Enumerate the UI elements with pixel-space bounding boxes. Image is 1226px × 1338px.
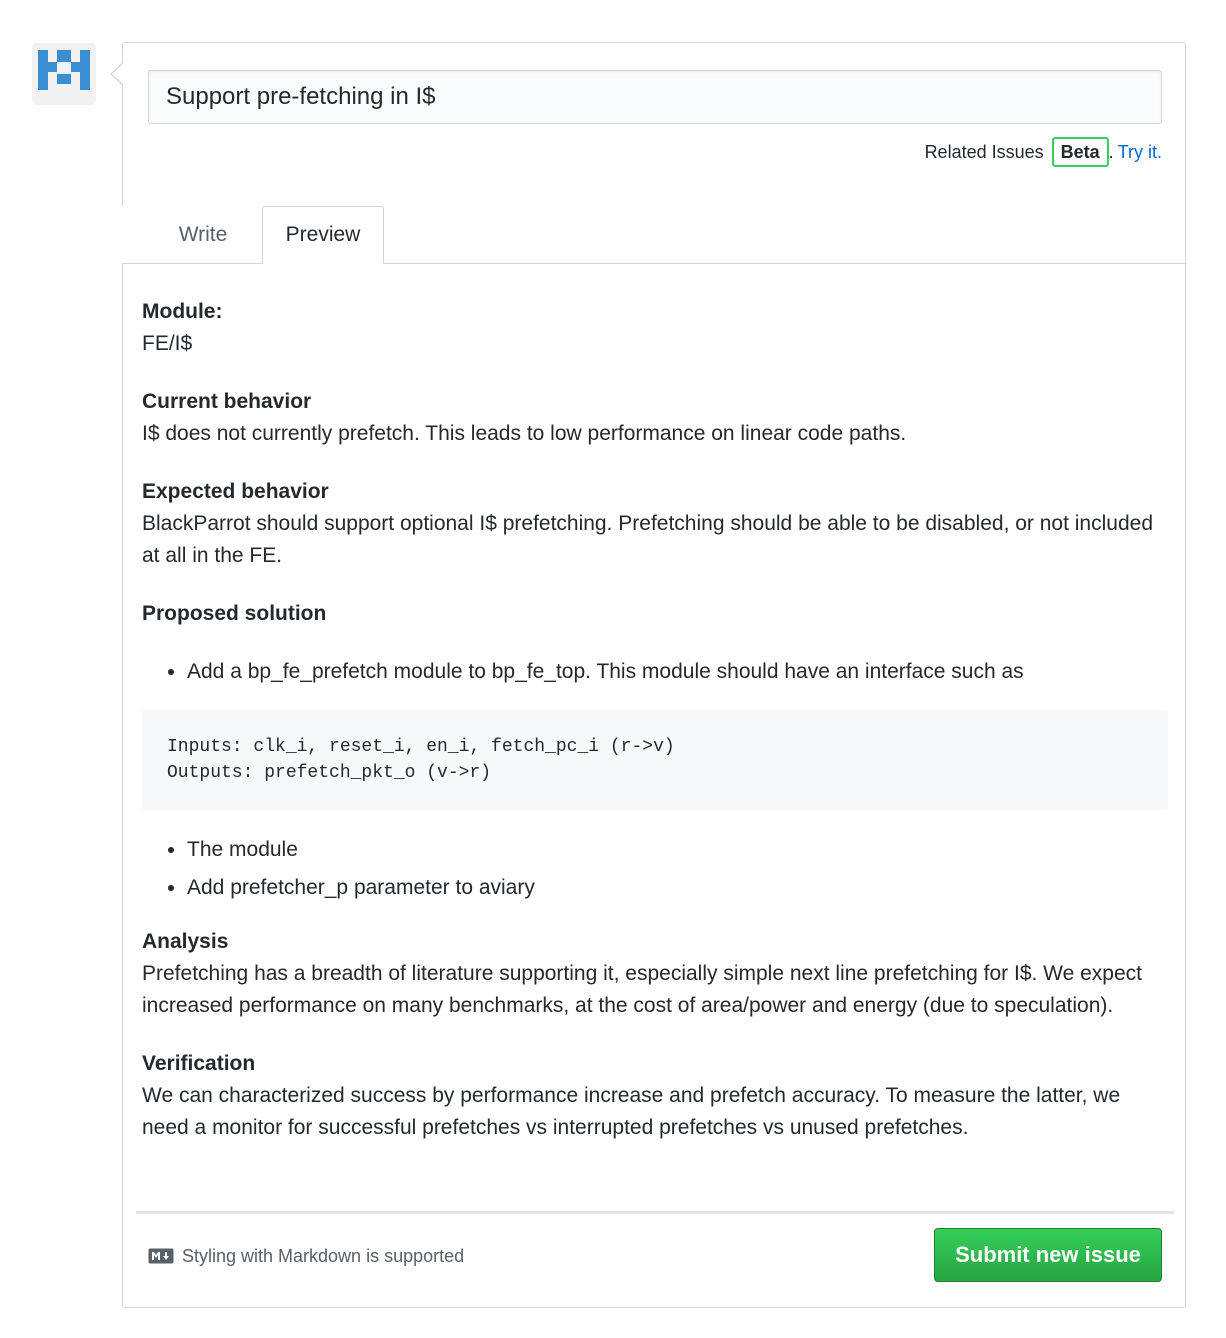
current-behavior-heading: Current behavior [142,390,312,413]
list-item: The module [187,834,1168,866]
analysis-text: Prefetching has a breadth of literature … [142,962,1142,1017]
markdown-note[interactable]: Styling with Markdown is supported [148,1242,464,1270]
avatar[interactable] [32,43,96,105]
speech-caret-inner [112,64,123,84]
proposed-list-continued: The module Add prefetcher_p parameter to… [142,834,1168,904]
verification-text: We can characterized success by performa… [142,1084,1121,1139]
footer-divider [136,1211,1174,1214]
proposed-solution-heading: Proposed solution [142,602,327,625]
expected-behavior-text: BlackParrot should support optional I$ p… [142,512,1153,567]
related-issues: Related Issues Beta . Try it. [925,136,1162,168]
related-issues-label: Related Issues [924,141,1044,162]
tab-preview[interactable]: Preview [262,206,384,264]
analysis-section: Analysis Prefetching has a breadth of li… [142,926,1168,1022]
related-separator: . [1108,141,1114,162]
submit-issue-button[interactable]: Submit new issue [934,1228,1162,1282]
tab-write[interactable]: Write [150,206,256,264]
code-block: Inputs: clk_i, reset_i, en_i, fetch_pc_i… [142,710,1168,810]
current-behavior-section: Current behavior I$ does not currently p… [142,386,1168,450]
module-section: Module: FE/I$ [142,296,1168,360]
identicon-icon [38,50,90,90]
beta-badge: Beta [1051,137,1109,167]
markdown-note-label: Styling with Markdown is supported [182,1245,465,1266]
issue-title-input[interactable] [148,70,1162,124]
verification-section: Verification We can characterized succes… [142,1048,1168,1144]
module-value: FE/I$ [142,332,193,355]
expected-behavior-section: Expected behavior BlackParrot should sup… [142,476,1168,572]
list-item: Add a bp_fe_prefetch module to bp_fe_top… [187,656,1168,688]
verification-heading: Verification [142,1052,256,1075]
proposed-solution-section: Proposed solution [142,598,1168,630]
analysis-heading: Analysis [142,930,229,953]
try-it-link[interactable]: Try it. [1118,142,1162,163]
markdown-icon [148,1248,174,1264]
tab-strip-gap [121,206,125,263]
markdown-preview: Module: FE/I$ Current behavior I$ does n… [142,296,1168,1170]
current-behavior-text: I$ does not currently prefetch. This lea… [142,422,907,445]
list-item: Add prefetcher_p parameter to aviary [187,872,1168,904]
expected-behavior-heading: Expected behavior [142,480,329,503]
module-heading: Module: [142,300,223,323]
proposed-list: Add a bp_fe_prefetch module to bp_fe_top… [142,656,1168,688]
